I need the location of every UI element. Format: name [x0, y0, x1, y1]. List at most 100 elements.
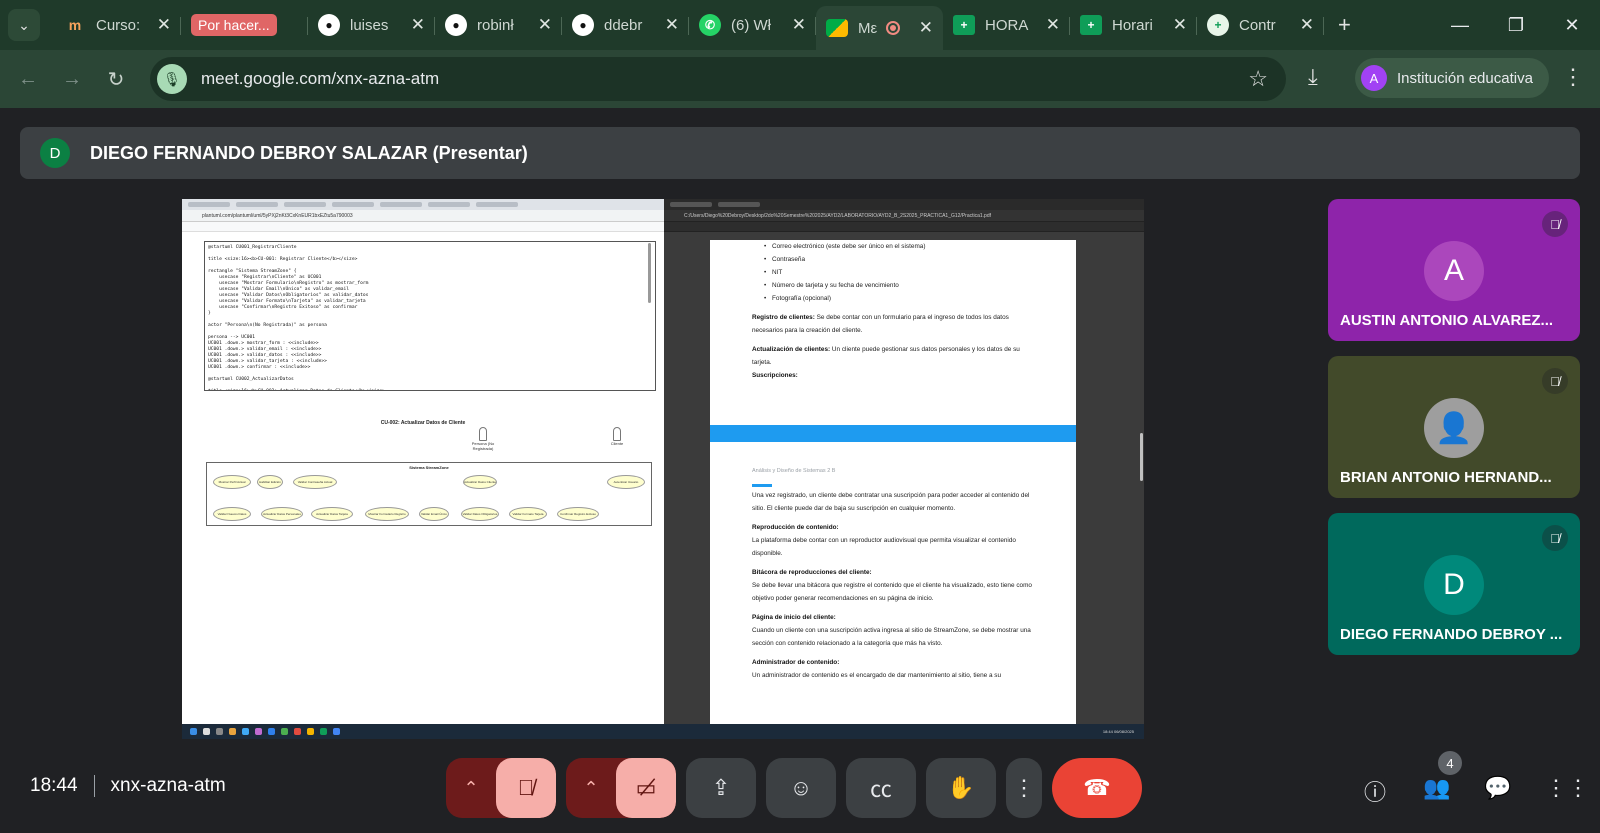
emoji-icon: ☺: [789, 775, 813, 800]
hangup-icon: ☎: [1083, 775, 1111, 800]
presenter-avatar: D: [40, 138, 70, 168]
mini-tab-strip: [182, 199, 664, 210]
tab-horari[interactable]: + Horari ✕: [1070, 5, 1197, 45]
close-icon[interactable]: ✕: [1300, 15, 1314, 35]
present-screen-button[interactable]: ⇪: [686, 758, 756, 818]
close-icon[interactable]: ✕: [1046, 15, 1060, 35]
uml-usecase: Validar Datos Obligatorios: [461, 507, 499, 521]
browser-tab-strip: ⌄ m Curso: ✕ Por hacer... ● luises ✕ ● r…: [0, 0, 1600, 50]
mini-url-bar: C:/Users/Diego%20Debroy/Desktop/2do%20Se…: [664, 210, 1144, 222]
more-vert-icon: ⋮: [1013, 775, 1035, 800]
leave-call-button[interactable]: ☎: [1052, 758, 1142, 818]
reload-icon[interactable]: ↻: [94, 67, 138, 92]
participant-name: DIEGO FERNANDO DEBROY ...: [1340, 626, 1563, 643]
tab-luises[interactable]: ● luises ✕: [308, 5, 435, 45]
participant-name: AUSTIN ANTONIO ALVAREZ...: [1340, 312, 1554, 329]
tab-curso[interactable]: m Curso: ✕: [54, 5, 181, 45]
uml-usecase: Mostrar Perfil Actual: [213, 475, 251, 489]
tab-ddebr[interactable]: ● ddebr ✕: [562, 5, 689, 45]
whatsapp-icon: ✆: [699, 14, 721, 36]
windows-taskbar: 18:44 06/08/2025: [182, 724, 1144, 739]
control-icon: +: [1207, 14, 1229, 36]
download-icon[interactable]: ⤓: [1308, 64, 1318, 90]
activities-icon[interactable]: ⋮⋮: [1545, 775, 1589, 807]
close-icon[interactable]: ✕: [665, 15, 679, 35]
close-icon[interactable]: ✕: [411, 15, 425, 35]
participant-tile[interactable]: 🎙̸ A AUSTIN ANTONIO ALVAREZ...: [1328, 199, 1580, 341]
shared-screen: plantuml.com/plantuml/uml/5yPXj2nKt3CxKn…: [182, 199, 1144, 739]
browser-menu-icon[interactable]: ⋮: [1562, 64, 1584, 90]
tab-robin[interactable]: ● robinł ✕: [435, 5, 562, 45]
meeting-time: 18:44: [30, 775, 78, 796]
close-icon[interactable]: ✕: [919, 18, 933, 38]
close-icon[interactable]: ✕: [792, 15, 806, 35]
present-icon: ⇪: [711, 775, 731, 800]
call-controls: ⌃ 🎙̸ ⌃ ▭̸ ⇪ ☺ ㏄ ✋ ⋮ ☎: [446, 758, 1142, 818]
avatar-photo: 👤: [1424, 398, 1484, 458]
reactions-button[interactable]: ☺: [766, 758, 836, 818]
github-icon: ●: [445, 14, 467, 36]
camera-off-button[interactable]: ▭̸: [616, 758, 676, 818]
microphone-icon[interactable]: 🎙: [157, 64, 187, 94]
microphone-control: ⌃ 🎙̸: [446, 758, 556, 818]
captions-icon: ㏄: [869, 777, 892, 802]
taskbar-clock: 18:44 06/08/2025: [1102, 729, 1134, 734]
chevron-down-icon: ⌄: [18, 16, 30, 33]
participant-tile[interactable]: 🎙̸ D DIEGO FERNANDO DEBROY ...: [1328, 513, 1580, 655]
sheets-icon: +: [953, 15, 975, 35]
meet-icon: [826, 19, 848, 37]
mic-off-button[interactable]: 🎙̸: [496, 758, 556, 818]
uml-usecase: Validar Contraseña Actual: [293, 475, 337, 489]
mini-tab-strip: [664, 199, 1144, 210]
close-window-icon[interactable]: ✕: [1544, 15, 1600, 36]
participant-count-badge: 4: [1438, 751, 1462, 775]
new-tab-button[interactable]: +: [1338, 12, 1351, 38]
uml-actor-cliente: Cliente: [606, 427, 628, 446]
close-icon[interactable]: ✕: [1173, 15, 1187, 35]
window-controls: — ❐ ✕: [1432, 0, 1600, 50]
chat-icon[interactable]: 💬: [1484, 775, 1511, 807]
camera-options-chevron-icon[interactable]: ⌃: [566, 778, 616, 799]
restore-icon[interactable]: ❐: [1488, 15, 1544, 36]
minimize-icon[interactable]: —: [1432, 15, 1488, 36]
tab-meet[interactable]: Mε ✕: [816, 6, 943, 50]
mic-options-chevron-icon[interactable]: ⌃: [446, 778, 496, 799]
mini-url-bar: plantuml.com/plantuml/uml/5yPXj2nKt3CxKn…: [182, 210, 664, 222]
profile-label: Institución educativa: [1397, 69, 1533, 87]
bookmark-star-icon[interactable]: ☆: [1248, 66, 1268, 92]
hand-icon: ✋: [947, 775, 975, 800]
address-bar[interactable]: 🎙 meet.google.com/xnx-azna-atm ☆: [150, 57, 1286, 101]
avatar: D: [1424, 555, 1484, 615]
info-icon[interactable]: ⓘ: [1362, 775, 1388, 807]
raise-hand-button[interactable]: ✋: [926, 758, 996, 818]
back-icon[interactable]: ←: [6, 68, 50, 91]
people-icon[interactable]: 👥: [1423, 775, 1450, 807]
tab-whatsapp[interactable]: ✆ (6) Wł ✕: [689, 5, 816, 45]
presenter-bar: D DIEGO FERNANDO DEBROY SALAZAR (Present…: [20, 127, 1580, 179]
plantuml-code-editor: @startuml CU001_RegistrarCliente title <…: [204, 241, 656, 391]
profile-button[interactable]: A Institución educativa: [1355, 58, 1549, 98]
tab-hora[interactable]: + HORA ✕: [943, 5, 1070, 45]
presenter-name: DIEGO FERNANDO DEBROY SALAZAR (Presentar…: [90, 142, 528, 163]
pdf-toolbar: [664, 222, 1144, 232]
tab-por-hacer[interactable]: Por hacer...: [181, 5, 308, 45]
uml-diagram-title: CU-002: Actualizar Datos de Cliente: [380, 420, 466, 426]
pdf-page-4: Análisis y Diseño de Sistemas 2 B Una ve…: [710, 450, 1076, 724]
avatar: A: [1424, 241, 1484, 301]
forward-icon[interactable]: →: [50, 68, 94, 91]
tab-control[interactable]: + Contr ✕: [1197, 5, 1324, 45]
meeting-info: 18:44 xnx-azna-atm: [30, 775, 226, 797]
uml-usecase: Actualizar Datos Tarjeta: [311, 507, 353, 521]
participant-tile[interactable]: 🎙̸ 👤 BRIAN ANTONIO HERNAND...: [1328, 356, 1580, 498]
uml-usecase: Validar Nuevos Datos: [213, 507, 251, 521]
sheets-icon: +: [1080, 15, 1102, 35]
editor-scrollbar: [648, 243, 651, 303]
mic-off-icon: 🎙̸: [1542, 211, 1568, 237]
close-icon[interactable]: ✕: [538, 15, 552, 35]
captions-button[interactable]: ㏄: [846, 758, 916, 818]
close-icon[interactable]: ✕: [157, 15, 171, 35]
github-icon: ●: [318, 14, 340, 36]
tab-search-button[interactable]: ⌄: [8, 9, 40, 41]
uml-usecase: Actualizar Datos Cliente: [463, 475, 497, 489]
more-options-button[interactable]: ⋮: [1006, 758, 1042, 818]
